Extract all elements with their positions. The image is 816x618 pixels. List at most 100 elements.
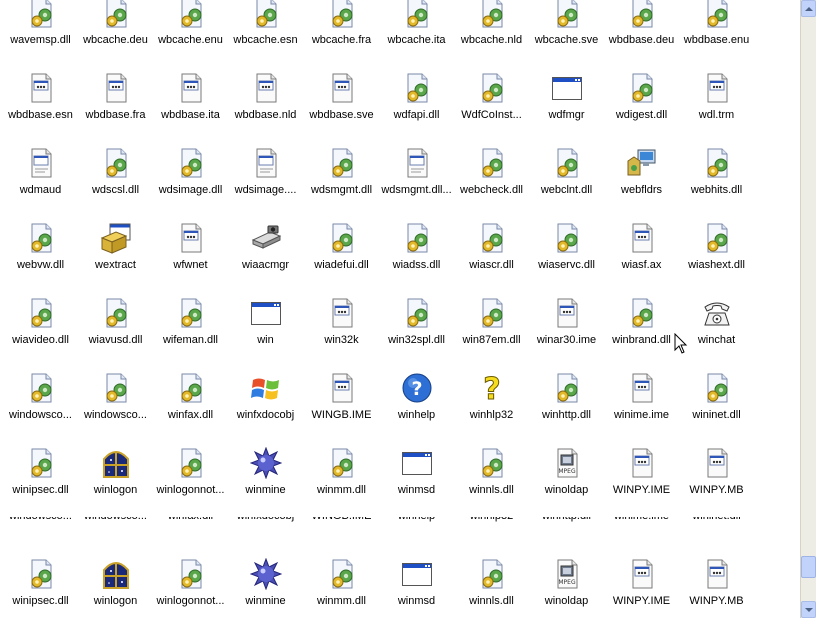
file-item[interactable]: windowsco... xyxy=(3,372,78,422)
file-item[interactable]: webcheck.dll xyxy=(454,147,529,197)
file-item[interactable]: wdigest.dll xyxy=(604,72,679,122)
file-name-label: wdscsl.dll xyxy=(91,184,140,196)
file-item[interactable]: winipsec.dll xyxy=(3,447,78,497)
file-item[interactable]: wdsmgmt.dll... xyxy=(379,147,454,197)
file-item[interactable]: wdfapi.dll xyxy=(379,72,454,122)
file-item[interactable]: winime.ime xyxy=(604,372,679,422)
file-item[interactable]: win32k xyxy=(304,297,379,347)
file-item[interactable]: wdscsl.dll xyxy=(78,147,153,197)
file-item[interactable]: winlogon xyxy=(78,447,153,497)
file-item[interactable]: WINPY.MB xyxy=(679,447,754,497)
file-item[interactable]: wextract xyxy=(78,222,153,272)
file-item[interactable]: wbcache.enu xyxy=(153,0,228,47)
file-item[interactable]: wifeman.dll xyxy=(153,297,228,347)
file-item[interactable]: webhits.dll xyxy=(679,147,754,197)
file-item[interactable]: wbdbase.nld xyxy=(228,72,303,122)
file-item[interactable]: winlogonnot... xyxy=(153,558,228,608)
file-item[interactable]: winhttp.dll xyxy=(529,372,604,422)
file-name-label: winoldap xyxy=(544,484,589,496)
file-item[interactable]: webclnt.dll xyxy=(529,147,604,197)
file-name-label: winlogonnot... xyxy=(156,484,225,496)
file-item[interactable]: wbdbase.ita xyxy=(153,72,228,122)
file-item[interactable]: winfxdocobj xyxy=(228,372,303,422)
file-item[interactable]: wiavusd.dll xyxy=(78,297,153,347)
file-item[interactable]: wiaservc.dll xyxy=(529,222,604,272)
scroll-down-button[interactable] xyxy=(801,601,816,618)
file-item[interactable]: winmm.dll xyxy=(304,558,379,608)
file-item[interactable]: wdl.trm xyxy=(679,72,754,122)
file-item[interactable]: WINPY.IME xyxy=(604,447,679,497)
file-item[interactable]: WINGB.IME xyxy=(304,372,379,422)
file-item[interactable]: winmm.dll xyxy=(304,447,379,497)
file-item[interactable]: wiashext.dll xyxy=(679,222,754,272)
svg-text:?: ? xyxy=(483,372,500,404)
file-item[interactable]: WINPY.MB xyxy=(679,558,754,608)
file-item[interactable]: wdsmgmt.dll xyxy=(304,147,379,197)
file-name-label: wbcache.deu xyxy=(83,34,148,46)
file-item[interactable]: winnls.dll xyxy=(454,447,529,497)
file-item[interactable]: wbdbase.deu xyxy=(604,0,679,47)
file-name-label: WINPY.IME xyxy=(612,484,671,496)
file-item[interactable]: winlogon xyxy=(78,558,153,608)
file-item[interactable]: wdmaud xyxy=(3,147,78,197)
file-item[interactable]: wiaacmgr xyxy=(228,222,303,272)
file-item[interactable]: win32spl.dll xyxy=(379,297,454,347)
file-name-label: winlogon xyxy=(93,595,138,607)
file-item[interactable]: wavemsp.dll xyxy=(3,0,78,47)
file-item[interactable]: wbcache.sve xyxy=(529,0,604,47)
file-item[interactable]: wbdbase.fra xyxy=(78,72,153,122)
file-item[interactable]: wbcache.ita xyxy=(379,0,454,47)
file-item[interactable]: wiasf.ax xyxy=(604,222,679,272)
vertical-scrollbar[interactable] xyxy=(800,0,816,618)
file-item[interactable]: winmsd xyxy=(379,558,454,608)
svg-text:MPEG: MPEG xyxy=(558,468,576,475)
file-item[interactable]: wbcache.fra xyxy=(304,0,379,47)
file-item[interactable]: webfldrs xyxy=(604,147,679,197)
file-name-label: winmine xyxy=(245,484,286,496)
scroll-up-button[interactable] xyxy=(801,0,816,17)
file-item[interactable]: winchat xyxy=(679,297,754,347)
file-item[interactable]: WINPY.IME xyxy=(604,558,679,608)
file-item[interactable]: wdsimage.... xyxy=(228,147,303,197)
file-item[interactable]: MPEG winoldap xyxy=(529,558,604,608)
file-item[interactable]: wbcache.esn xyxy=(228,0,303,47)
file-item[interactable]: wbcache.nld xyxy=(454,0,529,47)
file-item[interactable]: winipsec.dll xyxy=(3,558,78,608)
file-item[interactable]: wfwnet xyxy=(153,222,228,272)
file-item[interactable]: winar30.ime xyxy=(529,297,604,347)
file-item[interactable]: wiavideo.dll xyxy=(3,297,78,347)
file-item[interactable]: ? winhlp32 xyxy=(454,372,529,422)
file-item[interactable]: win87em.dll xyxy=(454,297,529,347)
file-item[interactable]: wbdbase.enu xyxy=(679,0,754,47)
file-name-label: wiavideo.dll xyxy=(12,334,69,346)
file-item[interactable]: wiascr.dll xyxy=(454,222,529,272)
application-window-icon xyxy=(551,72,583,104)
file-item[interactable]: winmine xyxy=(228,558,303,608)
file-item[interactable]: winfax.dll xyxy=(153,372,228,422)
file-item[interactable]: wiadefui.dll xyxy=(304,222,379,272)
file-item[interactable]: win xyxy=(228,297,303,347)
file-item[interactable]: wiadss.dll xyxy=(379,222,454,272)
file-item[interactable]: winmsd xyxy=(379,447,454,497)
dll-gear-icon xyxy=(25,447,57,479)
file-item[interactable]: wbdbase.esn xyxy=(3,72,78,122)
application-window-icon xyxy=(401,558,433,590)
file-item[interactable]: wbcache.deu xyxy=(78,0,153,47)
file-item[interactable]: winbrand.dll xyxy=(604,297,679,347)
file-item[interactable]: MPEG winoldap xyxy=(529,447,604,497)
file-item[interactable]: wbdbase.sve xyxy=(304,72,379,122)
scroll-thumb[interactable] xyxy=(801,556,816,578)
file-item[interactable]: windowsco... xyxy=(78,372,153,422)
file-item[interactable]: wininet.dll xyxy=(679,372,754,422)
file-item[interactable]: webvw.dll xyxy=(3,222,78,272)
file-item[interactable]: winmine xyxy=(228,447,303,497)
file-item[interactable]: wdsimage.dll xyxy=(153,147,228,197)
mouse-pointer-icon xyxy=(674,333,688,354)
file-name-label: wdsimage.... xyxy=(234,184,297,196)
file-item[interactable]: winlogonnot... xyxy=(153,447,228,497)
dll-gear-icon xyxy=(551,372,583,404)
file-item[interactable]: ? winhelp xyxy=(379,372,454,422)
file-item[interactable]: WdfCoInst... xyxy=(454,72,529,122)
file-item[interactable]: wdfmgr xyxy=(529,72,604,122)
file-item[interactable]: winnls.dll xyxy=(454,558,529,608)
